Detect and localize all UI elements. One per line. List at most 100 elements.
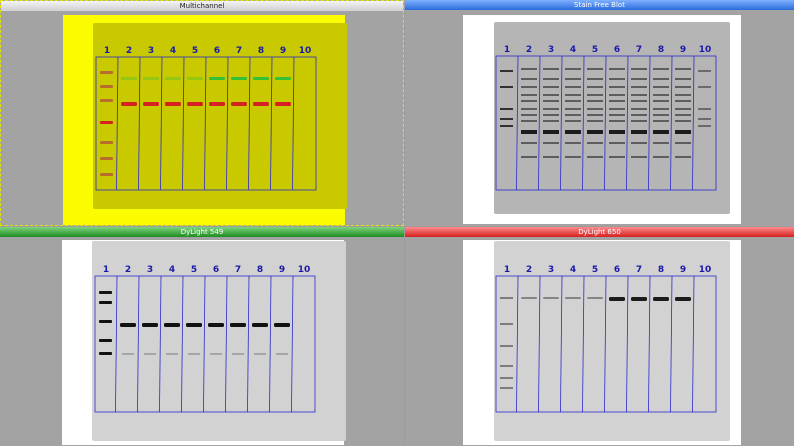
- protein-band: [565, 156, 581, 158]
- protein-band: [543, 156, 559, 158]
- multichannel-panel[interactable]: Multichannel 1 2 3 4 5 6 7 8 9 10: [0, 0, 404, 226]
- ladder-band: [99, 352, 112, 355]
- protein-band: [609, 120, 625, 122]
- stain-free-panel[interactable]: Stain Free Blot 1 2 3 4 5 6 7 8 9 10: [405, 0, 794, 226]
- lane-number: 6: [614, 45, 620, 55]
- target-band: [120, 323, 136, 327]
- lane-number: 1: [504, 45, 510, 55]
- ladder-band: [100, 121, 113, 124]
- protein-band: [587, 120, 603, 122]
- lane-number: 7: [636, 265, 642, 275]
- green-band: [209, 77, 225, 80]
- ladder-band: [500, 323, 513, 325]
- faint-band: [210, 353, 222, 355]
- protein-band: [609, 108, 625, 110]
- target-band: [252, 323, 268, 327]
- protein-band: [565, 114, 581, 116]
- lane-number: 3: [548, 45, 554, 55]
- lane-number: 8: [658, 45, 664, 55]
- target-band: [675, 297, 691, 301]
- protein-band: [587, 156, 603, 158]
- protein-band: [609, 142, 625, 144]
- protein-band: [521, 114, 537, 116]
- lane-number: 6: [214, 46, 220, 56]
- target-band: [164, 323, 180, 327]
- multichannel-blot-image[interactable]: 1 2 3 4 5 6 7 8 9 10: [1, 1, 404, 226]
- target-band: [274, 323, 290, 327]
- protein-band: [675, 114, 691, 116]
- target-band: [521, 297, 537, 299]
- protein-band: [675, 100, 691, 102]
- protein-band: [653, 142, 669, 144]
- ladder-band: [100, 173, 113, 176]
- lane-number: 9: [680, 45, 686, 55]
- lane-number: 9: [280, 46, 286, 56]
- ladder-band: [500, 365, 513, 367]
- lane-number: 10: [298, 265, 311, 275]
- target-band: [609, 297, 625, 301]
- lane-number: 2: [125, 265, 131, 275]
- protein-band: [631, 114, 647, 116]
- ladder-band: [500, 108, 513, 110]
- green-band: [231, 77, 247, 80]
- green-band: [143, 77, 159, 80]
- green-band: [121, 77, 137, 80]
- red-band: [187, 102, 203, 106]
- red-band: [253, 102, 269, 106]
- lane-number: 9: [680, 265, 686, 275]
- protein-band: [631, 108, 647, 110]
- protein-band: [543, 94, 559, 96]
- protein-band: [675, 108, 691, 110]
- ladder-band: [500, 125, 513, 127]
- red-band: [209, 102, 225, 106]
- ladder-band: [100, 157, 113, 160]
- dylight549-blot-image[interactable]: 1 2 3 4 5 6 7 8 9 10: [0, 227, 404, 446]
- protein-band: [565, 100, 581, 102]
- lane-number: 5: [592, 45, 598, 55]
- protein-band: [631, 68, 647, 70]
- lane-number: 4: [170, 46, 176, 56]
- protein-band: [609, 156, 625, 158]
- target-band: [208, 323, 224, 327]
- protein-band: [675, 78, 691, 80]
- protein-band: [565, 120, 581, 122]
- target-band: [543, 297, 559, 299]
- protein-band: [543, 114, 559, 116]
- lane-number: 7: [236, 46, 242, 56]
- protein-band: [521, 130, 537, 134]
- ladder-band: [698, 118, 711, 120]
- protein-band: [565, 108, 581, 110]
- green-band: [165, 77, 181, 80]
- protein-band: [521, 108, 537, 110]
- green-band: [253, 77, 269, 80]
- protein-band: [587, 86, 603, 88]
- ladder-band: [100, 85, 113, 88]
- protein-band: [521, 68, 537, 70]
- protein-band: [631, 100, 647, 102]
- lane-number: 4: [570, 45, 576, 55]
- dylight650-panel[interactable]: DyLight 650 1 2 3 4 5 6 7 8 9 10: [405, 227, 794, 446]
- protein-band: [565, 68, 581, 70]
- protein-band: [543, 86, 559, 88]
- protein-band: [565, 86, 581, 88]
- dylight549-panel[interactable]: DyLight 549 1 2 3 4 5 6 7 8 9 10: [0, 227, 404, 446]
- protein-band: [609, 86, 625, 88]
- ladder-band: [100, 141, 113, 144]
- protein-band: [521, 78, 537, 80]
- lane-number: 3: [147, 265, 153, 275]
- protein-band: [653, 78, 669, 80]
- protein-band: [521, 120, 537, 122]
- stain-free-blot-image[interactable]: 1 2 3 4 5 6 7 8 9 10: [405, 0, 794, 226]
- protein-band: [543, 142, 559, 144]
- lane-number: 9: [279, 265, 285, 275]
- protein-band: [565, 78, 581, 80]
- ladder-band: [99, 291, 112, 294]
- lane-number: 4: [169, 265, 175, 275]
- ladder-band: [100, 99, 113, 102]
- protein-band: [653, 100, 669, 102]
- target-band: [565, 297, 581, 299]
- lane-number: 7: [636, 45, 642, 55]
- dylight650-blot-image[interactable]: 1 2 3 4 5 6 7 8 9 10: [405, 227, 794, 446]
- protein-band: [631, 156, 647, 158]
- lane-number: 1: [104, 46, 110, 56]
